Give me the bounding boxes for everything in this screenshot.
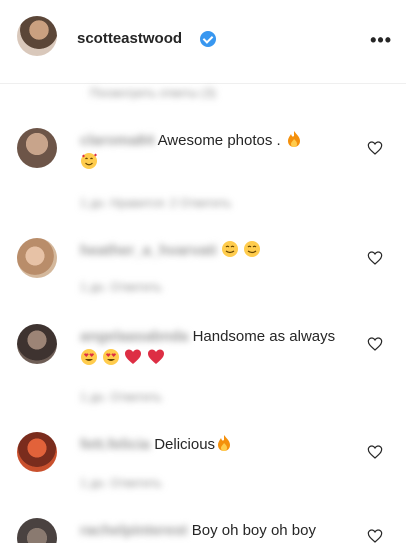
post-username[interactable]: scotteastwood [77,30,182,47]
comment-meta[interactable]: 1 дн. Нравится: 2 Ответить [80,196,231,210]
comment-username[interactable]: heather_a_hvarvati [80,242,217,259]
fire-emoji-icon [218,435,231,451]
avatar[interactable] [17,518,57,543]
comment-username[interactable]: claroma84 [80,132,154,149]
more-options-icon[interactable]: ••• [370,30,392,51]
like-heart-icon[interactable] [367,140,383,156]
comment-meta[interactable]: 1 дн. Ответить [80,280,162,294]
smiling-hearts-emoji-icon [81,153,97,169]
comment-meta[interactable]: 1 дн. Ответить [80,390,162,404]
comment-username[interactable]: rachelpinterest [80,522,188,539]
comment-body: Delicious [154,436,216,453]
avatar[interactable] [17,324,57,364]
comment-item: rachelpinterest Boy oh boy oh boy [0,518,406,543]
comment-text: rachelpinterest Boy oh boy oh boy [80,520,350,542]
comment-meta[interactable]: 1 дн. Ответить [80,476,162,490]
like-heart-icon[interactable] [367,250,383,266]
comment-username[interactable]: fett.felicia [80,436,150,453]
avatar[interactable] [17,128,57,168]
comment-body: Handsome as always [192,328,336,345]
avatar[interactable] [17,238,57,278]
post-header: scotteastwood ••• [0,0,406,84]
red-heart-emoji-icon [125,349,142,364]
comment-username[interactable]: angelaasabnda [80,328,188,345]
verified-badge-icon [200,31,216,47]
heart-eyes-emoji-icon [103,349,120,365]
smiling-face-emoji-icon [221,241,238,257]
avatar[interactable] [17,16,57,56]
like-heart-icon[interactable] [367,444,383,460]
avatar[interactable] [17,432,57,472]
comment-body: Awesome photos . [157,132,285,149]
comment-text: claroma84 Awesome photos . [80,130,350,174]
like-heart-icon[interactable] [367,336,383,352]
comment-body: Boy oh boy oh boy [191,522,316,539]
fire-emoji-icon [287,131,300,147]
comment-text: fett.felicia Delicious [80,434,350,456]
red-heart-emoji-icon [147,349,164,364]
smiling-face-emoji-icon [244,241,261,257]
comment-text: angelaasabnda Handsome as always [80,326,350,370]
view-replies-link[interactable]: Посмотреть ответы (3) [90,86,216,100]
comment-text: heather_a_hvarvati [80,240,350,262]
view-replies-label: Посмотреть ответы (3) [90,86,217,100]
like-heart-icon[interactable] [367,528,383,543]
heart-eyes-emoji-icon [81,349,97,365]
